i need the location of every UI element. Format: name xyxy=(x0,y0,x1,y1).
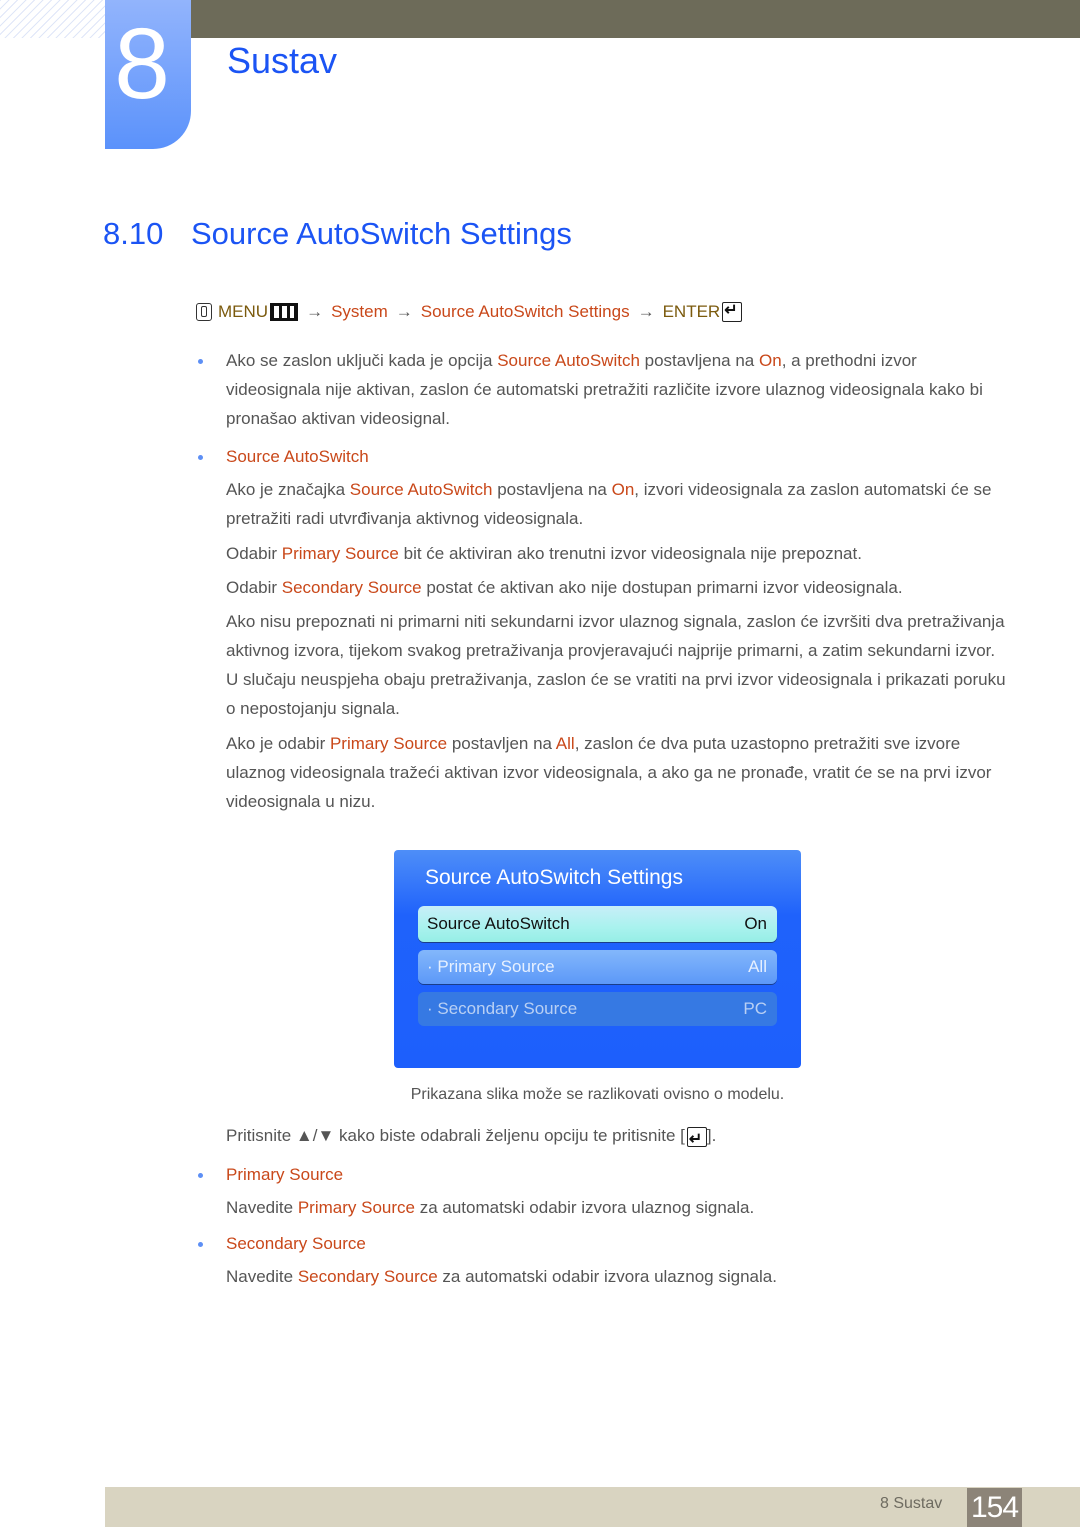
highlight: Source AutoSwitch xyxy=(497,351,640,370)
osd-row-primary-source[interactable]: · Primary Source All xyxy=(418,950,777,984)
text: postat će aktivan ako nije dostupan prim… xyxy=(421,578,903,597)
heading-secondary-source: Secondary Source xyxy=(226,1234,366,1253)
menu-button-icon xyxy=(270,303,299,321)
osd-title: Source AutoSwitch Settings xyxy=(425,866,683,889)
arrow: → xyxy=(637,302,655,321)
highlight: All xyxy=(555,734,575,753)
highlight: Secondary Source xyxy=(297,1267,438,1286)
text: postavljena na xyxy=(639,351,759,370)
enter-icon xyxy=(686,1125,707,1154)
highlight: Source AutoSwitch xyxy=(349,480,493,499)
text: postavljen na xyxy=(447,734,556,753)
text: za automatski odabir izvora ulaznog sign… xyxy=(414,1198,755,1217)
remote-hand-icon xyxy=(196,303,212,321)
text: bit će aktiviran ako trenutni izvor vide… xyxy=(398,544,862,563)
highlight: Primary Source xyxy=(297,1198,415,1217)
highlight: Primary Source xyxy=(329,734,448,753)
paragraph: Ako je značajka Source AutoSwitch postav… xyxy=(226,475,1006,533)
osd-row-source-autoswitch[interactable]: Source AutoSwitch On xyxy=(418,906,777,942)
bullet-icon xyxy=(198,455,203,460)
chapter-number: 8 xyxy=(114,8,170,120)
paragraph: Odabir Secondary Source postat će aktiva… xyxy=(226,573,1006,602)
bullet-icon xyxy=(198,1242,203,1247)
highlight: Secondary Source xyxy=(281,578,422,597)
text: Ako je odabir xyxy=(226,734,330,753)
chapter-title: Sustav xyxy=(227,40,338,81)
header-hatch-decoration xyxy=(0,0,105,38)
osd-row-value: On xyxy=(744,914,767,933)
text: ]. xyxy=(706,1126,717,1145)
paragraph: Ako je odabir Primary Source postavljen … xyxy=(226,729,1006,816)
text: Odabir xyxy=(226,544,282,563)
highlight: On xyxy=(759,351,782,370)
text: Ako je značajka xyxy=(226,480,350,499)
text: Navedite xyxy=(226,1267,298,1286)
text: postavljena na xyxy=(492,480,612,499)
image-caption: Prikazana slika može se razlikovati ovis… xyxy=(410,1086,785,1103)
chapter-tab: 8 xyxy=(105,0,191,149)
osd-row-label: Source AutoSwitch xyxy=(427,914,570,933)
paragraph: Navedite Primary Source za automatski od… xyxy=(226,1193,1006,1222)
arrow: → xyxy=(306,302,324,321)
highlight: Primary Source xyxy=(281,544,399,563)
footer-chapter-label: 8 Sustav xyxy=(880,1495,943,1512)
menu-path-system: System xyxy=(331,302,388,321)
text: za automatski odabir izvora ulaznog sign… xyxy=(437,1267,777,1286)
osd-row-value: All xyxy=(748,957,767,976)
paragraph: Navedite Secondary Source za automatski … xyxy=(226,1262,1006,1291)
section-number: 8.10 xyxy=(103,216,164,251)
instruction: Pritisnite ▲/▼ kako biste odabrali želje… xyxy=(226,1121,1006,1154)
bullet-icon xyxy=(198,1173,203,1178)
intro-paragraph: Ako se zaslon uključi kada je opcija Sou… xyxy=(226,346,1006,433)
paragraph: Odabir Primary Source bit će aktiviran a… xyxy=(226,539,1006,568)
heading-source-autoswitch: Source AutoSwitch xyxy=(226,447,369,466)
enter-icon xyxy=(722,300,743,322)
osd-row-label: · Primary Source xyxy=(427,957,555,976)
highlight: On xyxy=(611,480,635,499)
menu-path-item: Source AutoSwitch Settings xyxy=(420,302,630,321)
text: Navedite xyxy=(226,1198,298,1217)
text: Ako se zaslon uključi kada je opcija xyxy=(226,351,498,370)
osd-row-label: · Secondary Source xyxy=(427,999,578,1018)
paragraph: Ako nisu prepoznati ni primarni niti sek… xyxy=(226,612,1006,718)
enter-label: ENTER xyxy=(662,302,721,321)
page-number: 154 xyxy=(967,1488,1022,1527)
bullet-icon xyxy=(198,359,203,364)
header-bar xyxy=(190,0,1080,38)
section-title-text: Source AutoSwitch Settings xyxy=(191,216,572,251)
osd-row-value: PC xyxy=(743,999,767,1018)
osd-row-secondary-source[interactable]: · Secondary Source PC xyxy=(418,992,777,1026)
text: Pritisnite ▲/▼ kako biste odabrali želje… xyxy=(226,1126,685,1145)
text: Odabir xyxy=(226,578,282,597)
section-title: 8.10 Source AutoSwitch Settings xyxy=(103,216,572,252)
menu-label: MENU xyxy=(218,302,269,321)
arrow: → xyxy=(395,302,413,321)
menu-path: MENU → System → Source AutoSwitch Settin… xyxy=(196,300,743,322)
heading-primary-source: Primary Source xyxy=(226,1165,344,1184)
osd-screenshot: Source AutoSwitch Settings Source AutoSw… xyxy=(394,850,801,1068)
